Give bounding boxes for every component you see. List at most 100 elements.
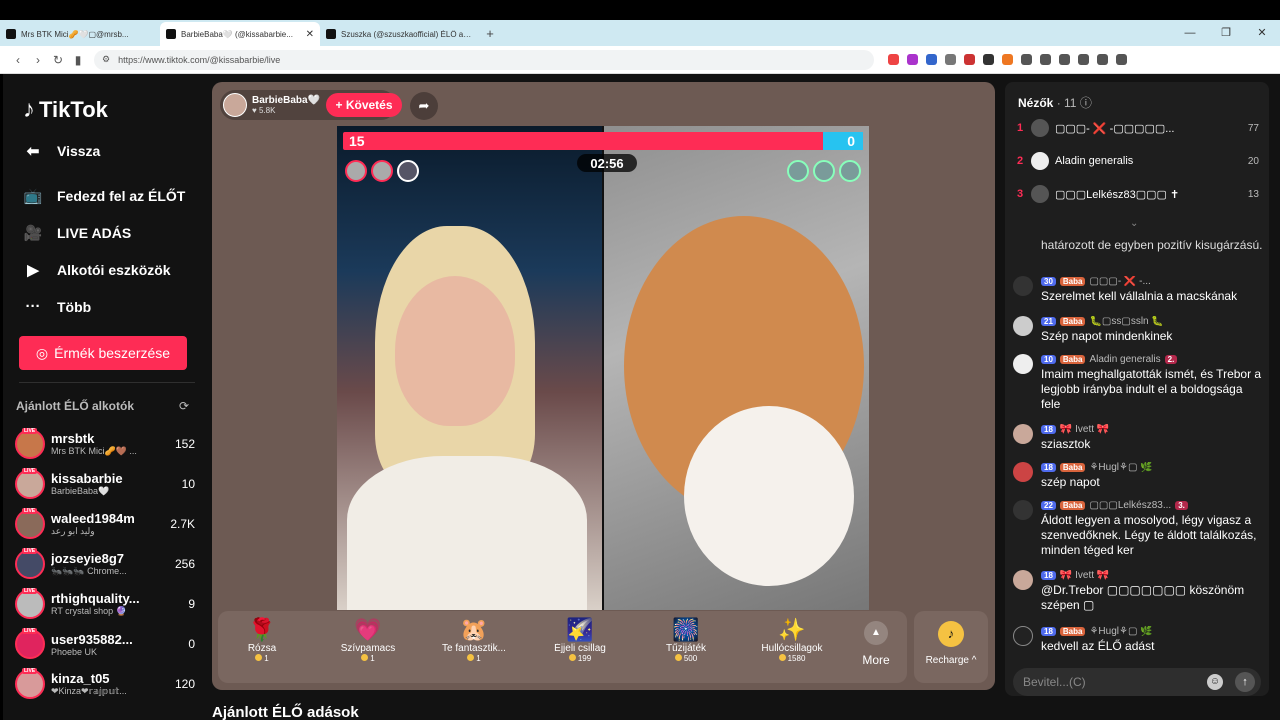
heart-puff-icon: 💗: [354, 617, 382, 642]
nav-go-live[interactable]: 🎥 LIVE ADÁS: [23, 224, 132, 242]
share-icon[interactable]: ➦: [410, 92, 438, 120]
top-gifter-avatar[interactable]: [345, 160, 367, 182]
recharge-button[interactable]: ♪ Recharge ^: [914, 611, 988, 683]
live-badge: LIVE: [22, 588, 38, 594]
close-window-icon[interactable]: ✕: [1244, 20, 1280, 46]
help-icon[interactable]: ⓘ: [1080, 96, 1092, 110]
reload-icon[interactable]: ↻: [48, 53, 68, 67]
creator-item[interactable]: LIVE mrsbtk Mrs BTK Mici🥜🤎 ... 152: [15, 426, 195, 462]
bookmark-icon[interactable]: ▮: [68, 53, 88, 67]
refresh-icon[interactable]: ⟳: [179, 399, 189, 413]
browser-tab-active[interactable]: BarbieBaba🤍 (@kissabarbie... ✕: [160, 22, 320, 46]
restore-icon[interactable]: ❐: [1208, 20, 1244, 46]
music-icon[interactable]: [1040, 54, 1051, 65]
empty-seat-icon: [839, 160, 861, 182]
avatar[interactable]: [1013, 316, 1033, 336]
gift-item[interactable]: 💗 Szívpamacs 1: [324, 617, 412, 677]
rose-icon: 🌹: [248, 617, 276, 642]
viewers-header: Nézők · 11 ⓘ: [1018, 94, 1092, 111]
avatar[interactable]: [1013, 424, 1033, 444]
gift-price: 500: [683, 654, 698, 663]
top-viewer[interactable]: 1 ▢▢▢- ❌ -▢▢▢▢▢... 77: [1017, 117, 1259, 139]
circle-extension-icon[interactable]: [983, 54, 994, 65]
shield-extension-icon[interactable]: [888, 54, 899, 65]
avatar[interactable]: [1013, 462, 1033, 482]
gift-item[interactable]: 🐹 Te fantasztik... 1: [430, 617, 518, 677]
avatar[interactable]: [1013, 276, 1033, 296]
url-field[interactable]: ⚙ https://www.tiktok.com/@kissabarbie/li…: [94, 49, 874, 70]
follow-button[interactable]: + Követés: [326, 93, 402, 117]
emoji-icon[interactable]: ☺: [1207, 674, 1223, 690]
chevron-up-icon: ▲: [864, 621, 888, 645]
viewers-count: · 11: [1056, 96, 1077, 110]
coin-icon: [778, 654, 786, 661]
sender-name[interactable]: 🎀 Ivett 🎀: [1060, 570, 1109, 581]
more-gifts-button[interactable]: ▲ More: [854, 621, 898, 675]
avatar[interactable]: [1013, 354, 1033, 374]
send-icon[interactable]: ↑: [1235, 672, 1255, 692]
window-controls: — ❐ ✕: [1172, 20, 1280, 46]
his-extension-icon[interactable]: [964, 54, 975, 65]
color-extension-icon[interactable]: [1002, 54, 1013, 65]
expand-viewers-icon[interactable]: ⌄: [1130, 218, 1138, 229]
video-player[interactable]: 15 0 02:56: [337, 126, 869, 610]
top-gifter-avatar[interactable]: [371, 160, 393, 182]
sender-name[interactable]: ▢▢▢- ❌ -...: [1089, 276, 1150, 287]
creator-item[interactable]: LIVE rthighquality... RT crystal shop 🔮 9: [15, 586, 195, 622]
creator-item[interactable]: LIVE kissabarbie BarbieBaba🤍 10: [15, 466, 195, 502]
sender-name[interactable]: ▢▢▢Lelkész83...: [1089, 500, 1171, 511]
host-avatar[interactable]: [223, 93, 247, 117]
wallet-icon[interactable]: [1078, 54, 1089, 65]
minimize-icon[interactable]: —: [1172, 20, 1208, 46]
close-tab-icon[interactable]: ✕: [306, 29, 314, 40]
chat-input[interactable]: Bevitel...(C) ☺ ↑: [1013, 668, 1261, 696]
avatar[interactable]: [1013, 570, 1033, 590]
back-icon[interactable]: ‹: [8, 53, 28, 67]
sender-name[interactable]: Aladin generalis: [1089, 354, 1160, 365]
sender-name[interactable]: 🎀 Ivett 🎀: [1060, 424, 1109, 435]
avatar[interactable]: [1013, 500, 1033, 520]
site-settings-icon[interactable]: ⚙: [102, 54, 110, 65]
top-viewer[interactable]: 3 ▢▢▢Lelkész83▢▢▢ ✝ 13: [1017, 183, 1259, 205]
back-link[interactable]: ⬅ Vissza: [23, 142, 101, 160]
browser-tab[interactable]: Szuszka (@szuszkaofficial) ÉLŐ adás...: [320, 22, 480, 46]
gift-item[interactable]: ✨ Hullócsillagok 1580: [748, 617, 836, 677]
sender-name[interactable]: 🐛▢ss▢ssln 🐛: [1089, 316, 1163, 327]
gift-item[interactable]: 🎆 Tűzijáték 500: [642, 617, 730, 677]
sidebar-icon[interactable]: [1059, 54, 1070, 65]
puzzle-extension-icon[interactable]: [1021, 54, 1032, 65]
nav-more[interactable]: ··· Több: [23, 298, 92, 315]
menu-icon[interactable]: [1116, 54, 1127, 65]
creator-item[interactable]: LIVE user935882... Phoebe UK 0: [15, 626, 195, 662]
creator-item[interactable]: LIVE waleed1984m وليد ابو رعد 2.7K: [15, 506, 195, 542]
tiktok-page: ♪ TikTok ⬅ Vissza 📺 Fedezd fel az ÉLŐT 🎥…: [3, 74, 1280, 720]
get-coins-button[interactable]: ◎ Érmék beszerzése: [19, 336, 187, 370]
viewer-rank: 1: [1017, 122, 1024, 134]
tiktok-coin-icon: ♪: [938, 621, 964, 647]
translate-extension-icon[interactable]: [926, 54, 937, 65]
opponent-score: 0: [847, 133, 855, 149]
avatar: LIVE: [15, 668, 45, 699]
gift-name: Szívpamacs: [340, 643, 396, 654]
tools-extension-icon[interactable]: [945, 54, 956, 65]
forward-icon[interactable]: ›: [28, 53, 48, 67]
nav-creator-tools[interactable]: ▶ Alkotói eszközök: [23, 261, 170, 279]
creator-item[interactable]: LIVE kinza_t05 ❤Kinza❤𝕣𝕒𝕛𝕡𝕦𝕥... 120: [15, 666, 195, 702]
sender-name[interactable]: ⚘Hugl⚘▢ 🌿: [1089, 626, 1152, 637]
tiktok-logo[interactable]: ♪ TikTok: [23, 96, 108, 124]
triangle-extension-icon[interactable]: [907, 54, 918, 65]
profile-icon[interactable]: [1097, 54, 1108, 65]
gift-item[interactable]: 🌹 Rózsa 1: [218, 617, 306, 677]
message-text: Szép napot mindenkinek: [1041, 329, 1173, 343]
viewer-count: 0: [188, 637, 195, 651]
top-gifter-avatar[interactable]: [397, 160, 419, 182]
browser-tab[interactable]: Mrs BTK Mici🥜🤍▢@mrsb...: [0, 22, 160, 46]
top-viewer[interactable]: 2 Aladin generalis 20: [1017, 150, 1259, 172]
new-tab-button[interactable]: +: [480, 22, 500, 46]
level-badge: 18: [1041, 571, 1056, 580]
fan-badge: Baba: [1059, 317, 1086, 326]
gift-item[interactable]: 🌠 Éjjeli csillag 199: [536, 617, 624, 677]
nav-explore-live[interactable]: 📺 Fedezd fel az ÉLŐT: [23, 187, 186, 205]
creator-item[interactable]: LIVE jozseyie8g7 🐜🐜🐜 Chrome... 256: [15, 546, 195, 582]
sender-name[interactable]: ⚘Hugl⚘▢ 🌿: [1089, 462, 1152, 473]
